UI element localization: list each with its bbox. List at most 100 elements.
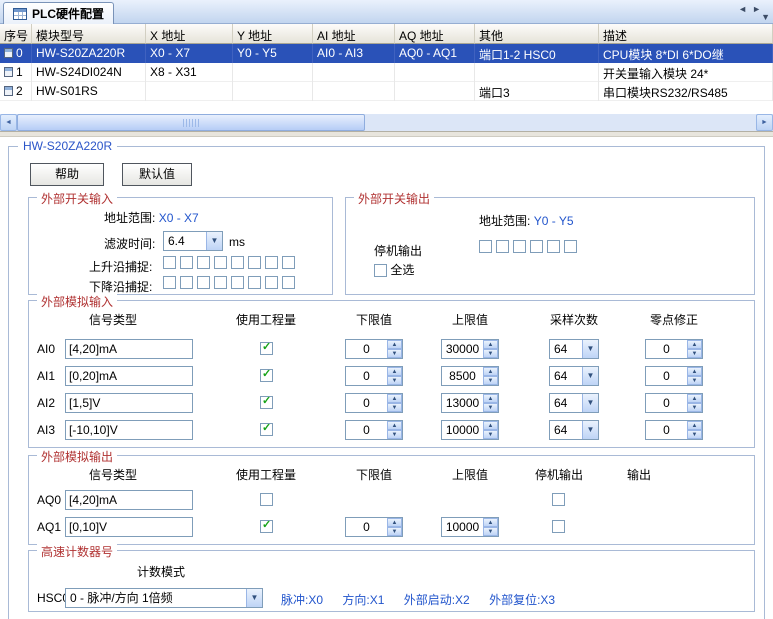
ai0-low-value[interactable]: 0: [346, 340, 387, 358]
spin-up-icon[interactable]: ▲: [483, 367, 498, 376]
stop-y0-checkbox[interactable]: [479, 240, 492, 253]
filter-time-combo[interactable]: 6.4 ▼: [163, 231, 223, 251]
spin-up-icon[interactable]: ▲: [387, 518, 402, 527]
ai3-samples-combo[interactable]: 64 ▼: [549, 420, 599, 440]
ai3-signal-input[interactable]: [65, 420, 193, 440]
col-header-desc[interactable]: 描述: [599, 24, 773, 44]
rising-x2-checkbox[interactable]: [197, 256, 210, 269]
ai1-use-checkbox[interactable]: [260, 369, 273, 382]
col-header-ai-addr[interactable]: AI 地址: [313, 24, 395, 44]
col-header-y-addr[interactable]: Y 地址: [233, 24, 313, 44]
spin-up-icon[interactable]: ▲: [687, 367, 702, 376]
hsc0-mode-combo[interactable]: 0 - 脉冲/方向 1倍频 ▼: [65, 588, 263, 608]
chevron-down-icon[interactable]: ▼: [206, 232, 222, 250]
default-button[interactable]: 默认值: [122, 163, 192, 186]
chevron-down-icon[interactable]: ▼: [582, 340, 598, 358]
ai2-samples-combo[interactable]: 64 ▼: [549, 393, 599, 413]
spin-up-icon[interactable]: ▲: [387, 421, 402, 430]
ai2-high-value[interactable]: 13000: [442, 394, 483, 412]
horizontal-scrollbar[interactable]: ◄ ►: [0, 114, 773, 131]
table-row-2[interactable]: 2 HW-S01RS 端口3 串口模块RS232/RS485: [0, 82, 773, 101]
spin-up-icon[interactable]: ▲: [483, 394, 498, 403]
spin-down-icon[interactable]: ▼: [483, 376, 498, 385]
falling-x0-checkbox[interactable]: [163, 276, 176, 289]
stop-y5-checkbox[interactable]: [564, 240, 577, 253]
ai3-zero-value[interactable]: 0: [646, 421, 687, 439]
col-header-index[interactable]: 序号: [0, 24, 32, 44]
spin-down-icon[interactable]: ▼: [483, 403, 498, 412]
aq0-signal-input[interactable]: [65, 490, 193, 510]
scroll-thumb[interactable]: [17, 114, 365, 131]
aq1-signal-input[interactable]: [65, 517, 193, 537]
scroll-left-button[interactable]: ◄: [0, 114, 17, 131]
stop-y1-checkbox[interactable]: [496, 240, 509, 253]
rising-x6-checkbox[interactable]: [265, 256, 278, 269]
spin-up-icon[interactable]: ▲: [687, 421, 702, 430]
spin-down-icon[interactable]: ▼: [687, 403, 702, 412]
ai0-high-value[interactable]: 30000: [442, 340, 483, 358]
spin-down-icon[interactable]: ▼: [387, 349, 402, 358]
chevron-down-icon[interactable]: ▼: [582, 394, 598, 412]
aq0-stop-checkbox[interactable]: [552, 493, 565, 506]
col-header-other[interactable]: 其他: [475, 24, 599, 44]
ai1-signal-input[interactable]: [65, 366, 193, 386]
col-header-model[interactable]: 模块型号: [32, 24, 146, 44]
aq1-low-value[interactable]: 0: [346, 518, 387, 536]
chevron-down-icon[interactable]: ▼: [582, 421, 598, 439]
col-header-x-addr[interactable]: X 地址: [146, 24, 233, 44]
spin-up-icon[interactable]: ▲: [483, 518, 498, 527]
falling-x5-checkbox[interactable]: [248, 276, 261, 289]
aq1-high-value[interactable]: 10000: [442, 518, 483, 536]
rising-x7-checkbox[interactable]: [282, 256, 295, 269]
ai0-samples-combo[interactable]: 64 ▼: [549, 339, 599, 359]
spin-down-icon[interactable]: ▼: [387, 403, 402, 412]
select-all-checkbox[interactable]: [374, 264, 387, 277]
rising-x0-checkbox[interactable]: [163, 256, 176, 269]
stop-y4-checkbox[interactable]: [547, 240, 560, 253]
spin-down-icon[interactable]: ▼: [687, 376, 702, 385]
spin-down-icon[interactable]: ▼: [483, 527, 498, 536]
falling-x7-checkbox[interactable]: [282, 276, 295, 289]
spin-down-icon[interactable]: ▼: [687, 430, 702, 439]
scroll-right-button[interactable]: ►: [756, 114, 773, 131]
spin-down-icon[interactable]: ▼: [483, 430, 498, 439]
ai1-high-value[interactable]: 8500: [442, 367, 483, 385]
tab-plc-config[interactable]: PLC硬件配置: [3, 2, 114, 24]
ai0-signal-input[interactable]: [65, 339, 193, 359]
ai2-zero-value[interactable]: 0: [646, 394, 687, 412]
falling-x6-checkbox[interactable]: [265, 276, 278, 289]
ai2-use-checkbox[interactable]: [260, 396, 273, 409]
rising-x5-checkbox[interactable]: [248, 256, 261, 269]
stop-y3-checkbox[interactable]: [530, 240, 543, 253]
falling-x1-checkbox[interactable]: [180, 276, 193, 289]
table-row-0[interactable]: 0 HW-S20ZA220R X0 - X7 Y0 - Y5 AI0 - AI3…: [0, 44, 773, 63]
aq1-use-checkbox[interactable]: [260, 520, 273, 533]
spin-down-icon[interactable]: ▼: [483, 349, 498, 358]
aq0-use-checkbox[interactable]: [260, 493, 273, 506]
spin-down-icon[interactable]: ▼: [387, 376, 402, 385]
ai1-zero-value[interactable]: 0: [646, 367, 687, 385]
ai0-use-checkbox[interactable]: [260, 342, 273, 355]
ai0-zero-value[interactable]: 0: [646, 340, 687, 358]
aq1-stop-checkbox[interactable]: [552, 520, 565, 533]
falling-x4-checkbox[interactable]: [231, 276, 244, 289]
spin-down-icon[interactable]: ▼: [387, 430, 402, 439]
spin-up-icon[interactable]: ▲: [387, 340, 402, 349]
rising-x3-checkbox[interactable]: [214, 256, 227, 269]
spin-up-icon[interactable]: ▲: [387, 367, 402, 376]
ai2-signal-input[interactable]: [65, 393, 193, 413]
tab-scroll-left-icon[interactable]: ◄: [738, 4, 747, 14]
help-button[interactable]: 帮助: [30, 163, 104, 186]
spin-up-icon[interactable]: ▲: [687, 340, 702, 349]
stop-y2-checkbox[interactable]: [513, 240, 526, 253]
ai1-low-value[interactable]: 0: [346, 367, 387, 385]
spin-down-icon[interactable]: ▼: [687, 349, 702, 358]
spin-up-icon[interactable]: ▲: [387, 394, 402, 403]
spin-down-icon[interactable]: ▼: [387, 527, 402, 536]
ai3-low-value[interactable]: 0: [346, 421, 387, 439]
falling-x3-checkbox[interactable]: [214, 276, 227, 289]
chevron-down-icon[interactable]: ▼: [246, 589, 262, 607]
spin-up-icon[interactable]: ▲: [687, 394, 702, 403]
spin-up-icon[interactable]: ▲: [483, 421, 498, 430]
falling-x2-checkbox[interactable]: [197, 276, 210, 289]
